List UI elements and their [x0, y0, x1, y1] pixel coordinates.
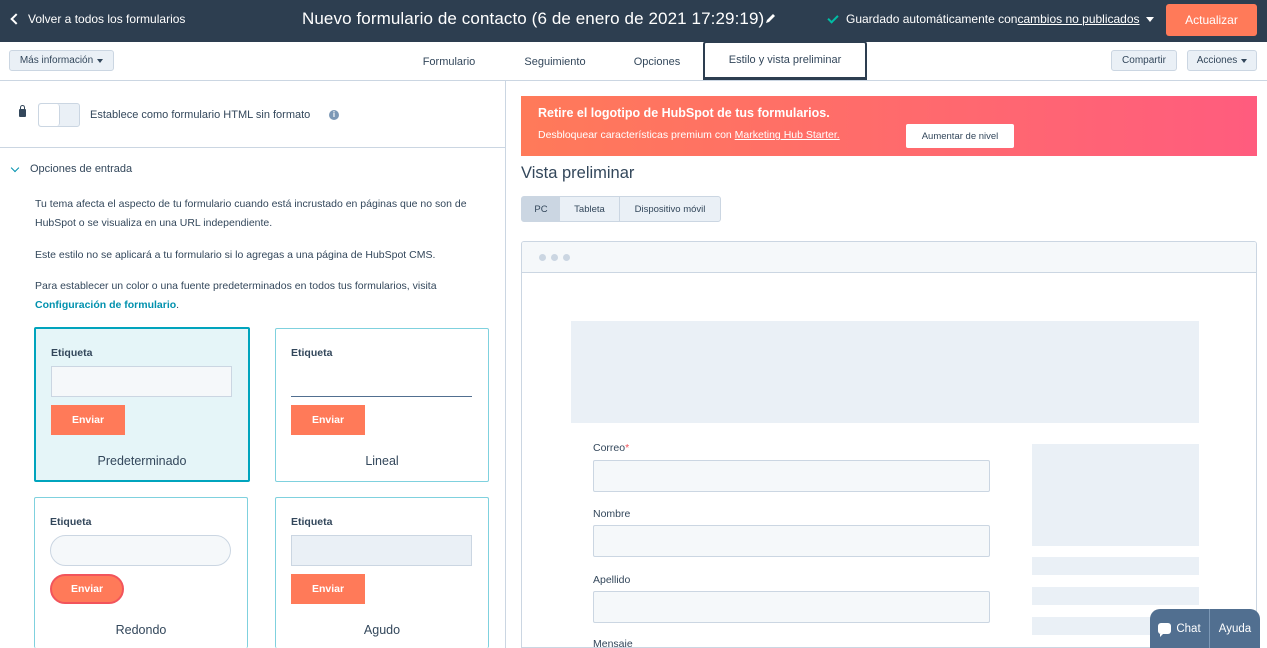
- back-to-forms-link[interactable]: Volver a todos los formularios: [10, 12, 186, 26]
- raw-html-toggle[interactable]: [38, 103, 80, 127]
- firstname-input[interactable]: [593, 525, 990, 557]
- share-button[interactable]: Compartir: [1111, 50, 1177, 71]
- field-label: Etiqueta: [50, 516, 92, 528]
- form-settings-link[interactable]: Configuración de formulario: [35, 299, 176, 311]
- saved-text: Guardado automáticamente con: [846, 12, 1018, 26]
- section-title: Opciones de entrada: [30, 163, 133, 175]
- sample-submit-button: Enviar: [50, 574, 124, 604]
- actions-label: Acciones: [1196, 55, 1238, 66]
- field-label: Etiqueta: [51, 347, 93, 359]
- chevron-left-icon: [10, 13, 22, 25]
- lock-icon: [19, 105, 26, 117]
- required-asterisk: *: [625, 442, 630, 454]
- tab-style-preview[interactable]: Estilo y vista preliminar: [703, 41, 867, 80]
- caret-down-icon: [1241, 58, 1248, 63]
- top-bar: Volver a todos los formularios Nuevo for…: [0, 0, 1267, 42]
- style-card-linear[interactable]: Etiqueta Enviar Lineal: [275, 328, 489, 482]
- marketing-hub-link[interactable]: Marketing Hub Starter.: [735, 129, 840, 141]
- toggle-knob: [39, 104, 60, 126]
- caret-down-icon: [1145, 16, 1154, 22]
- form-title: Nuevo formulario de contacto (6 de enero…: [302, 9, 765, 28]
- cms-note: Este estilo no se aplicará a tu formular…: [35, 249, 436, 261]
- share-label: Compartir: [1122, 55, 1166, 66]
- sample-field-underline: [291, 396, 472, 397]
- check-icon: [827, 11, 839, 24]
- field-label-email: Correo*: [593, 442, 629, 454]
- theme-description: Tu tema afecta el aspecto de tu formular…: [35, 198, 467, 229]
- raw-html-row: Establece como formulario HTML sin forma…: [0, 81, 505, 148]
- field-label-firstname: Nombre: [593, 508, 631, 520]
- preview-title: Vista preliminar: [521, 164, 635, 182]
- window-dot: [563, 254, 570, 261]
- sidebar-placeholder: [1032, 444, 1199, 546]
- style-card-sharp[interactable]: Etiqueta Enviar Agudo: [275, 497, 489, 648]
- device-mobile-button[interactable]: Dispositivo móvil: [619, 196, 721, 222]
- more-info-dropdown[interactable]: Más información: [9, 50, 114, 71]
- unpublished-changes-link[interactable]: cambios no publicados: [1017, 12, 1139, 26]
- chat-help-widget: Chat Ayuda: [1150, 609, 1260, 648]
- sample-submit-button: Enviar: [291, 574, 365, 604]
- sample-field: [291, 535, 472, 566]
- more-info-label: Más información: [19, 55, 94, 66]
- banner-text: Desbloquear características premium con …: [538, 129, 840, 141]
- chat-bubble-icon: [1158, 623, 1172, 637]
- input-options-header[interactable]: Opciones de entrada: [10, 163, 133, 175]
- upgrade-banner: Retire el logotipo de HubSpot de tus for…: [521, 96, 1257, 156]
- tab-form[interactable]: Formulario: [408, 42, 490, 81]
- banner-text-body: Desbloquear características premium con: [538, 129, 732, 141]
- browser-preview: Correo* Nombre Apellido Mensaje: [521, 241, 1257, 648]
- browser-chrome-bar: [522, 242, 1256, 273]
- raw-html-label: Establece como formulario HTML sin forma…: [90, 109, 311, 121]
- sample-submit-button: Enviar: [291, 405, 365, 435]
- tab-bar: Más información Formulario Seguimiento O…: [0, 41, 1267, 81]
- window-dot: [551, 254, 558, 261]
- chat-label: Chat: [1176, 622, 1201, 635]
- style-card-rounded[interactable]: Etiqueta Enviar Redondo: [34, 497, 248, 648]
- tab-tracking[interactable]: Seguimiento: [512, 42, 598, 81]
- window-dot: [539, 254, 546, 261]
- field-label: Etiqueta: [291, 516, 333, 528]
- pencil-icon[interactable]: [764, 12, 776, 26]
- header-placeholder: [571, 321, 1199, 423]
- update-button[interactable]: Actualizar: [1166, 4, 1257, 36]
- field-label-lastname: Apellido: [593, 574, 631, 586]
- banner-title: Retire el logotipo de HubSpot de tus for…: [538, 106, 830, 120]
- email-input[interactable]: [593, 460, 990, 492]
- sidebar-line-placeholder: [1032, 587, 1199, 605]
- lastname-input[interactable]: [593, 591, 990, 623]
- settings-note: Para establecer un color o una fuente pr…: [35, 277, 475, 315]
- back-label: Volver a todos los formularios: [28, 12, 186, 26]
- field-label: Etiqueta: [291, 347, 333, 359]
- email-label: Correo: [593, 442, 626, 454]
- chevron-down-icon: [10, 163, 20, 172]
- style-name: Lineal: [365, 454, 399, 468]
- style-name: Redondo: [115, 623, 167, 637]
- style-card-default[interactable]: Etiqueta Enviar Predeterminado: [34, 327, 250, 482]
- caret-down-icon: [97, 58, 104, 63]
- upgrade-button[interactable]: Aumentar de nivel: [906, 124, 1014, 148]
- style-name: Agudo: [363, 623, 401, 637]
- style-name: Predeterminado: [97, 454, 187, 468]
- info-icon[interactable]: i: [329, 110, 339, 120]
- help-button[interactable]: Ayuda: [1210, 623, 1260, 635]
- field-label-message: Mensaje: [593, 638, 633, 648]
- device-desktop-button[interactable]: PC: [521, 196, 561, 222]
- tab-options[interactable]: Opciones: [620, 42, 694, 81]
- sample-submit-button: Enviar: [51, 405, 125, 435]
- sidebar-line-placeholder: [1032, 557, 1199, 575]
- device-tablet-button[interactable]: Tableta: [560, 196, 620, 222]
- save-status[interactable]: Guardado automáticamente con cambios no …: [827, 11, 1154, 26]
- chat-button[interactable]: Chat: [1150, 609, 1210, 648]
- sample-field: [50, 535, 231, 566]
- settings-note-end: .: [176, 299, 180, 311]
- sample-field: [51, 366, 232, 397]
- preview-panel: Retire el logotipo de HubSpot de tus for…: [507, 81, 1267, 648]
- actions-dropdown[interactable]: Acciones: [1187, 50, 1257, 71]
- style-options-panel: Establece como formulario HTML sin forma…: [0, 81, 506, 648]
- settings-note-text: Para establecer un color o una fuente pr…: [35, 280, 437, 292]
